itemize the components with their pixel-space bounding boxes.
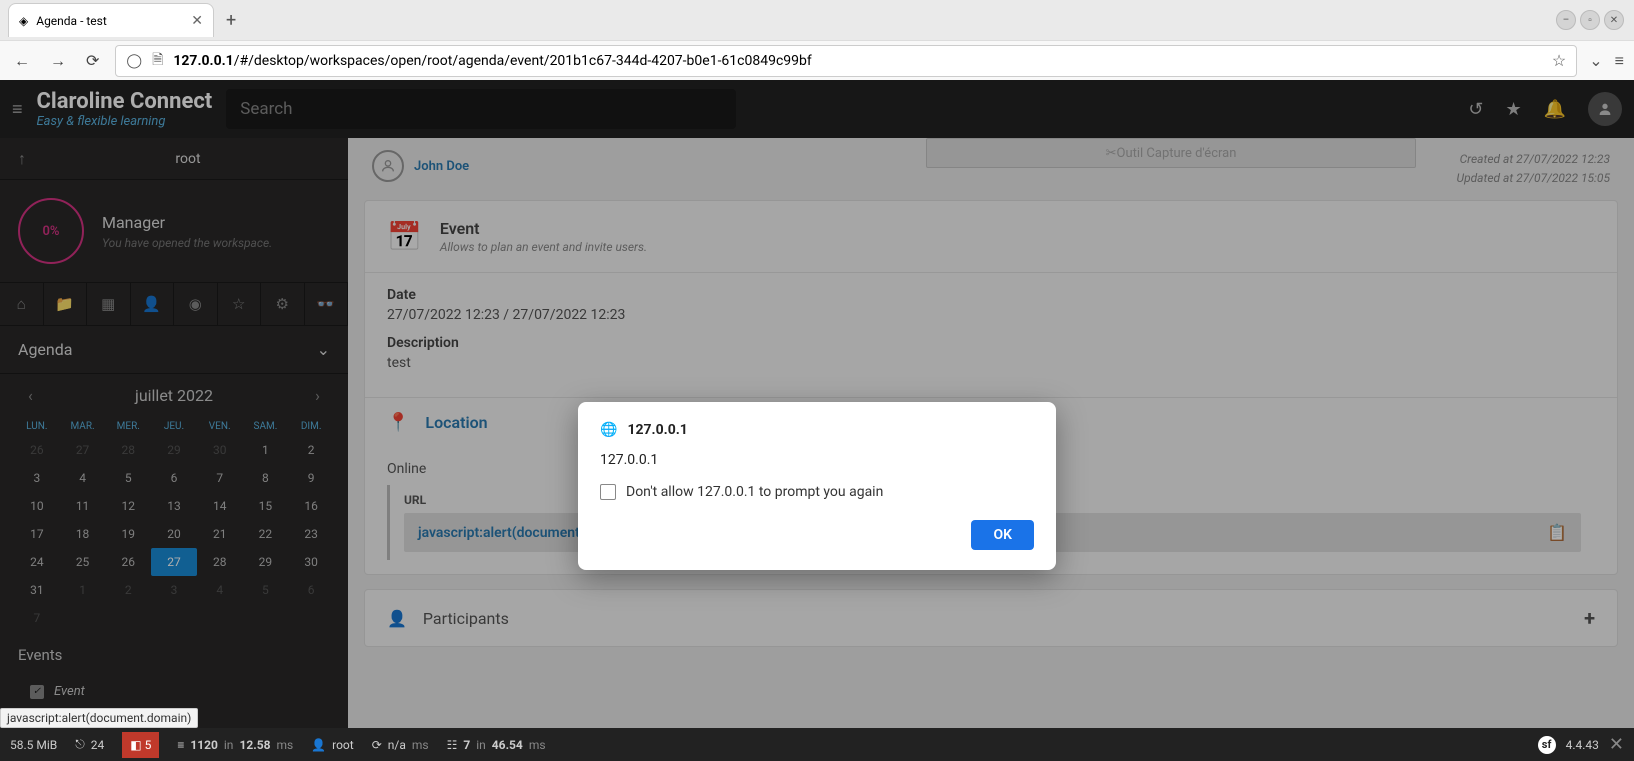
close-tab-icon[interactable]: ✕: [191, 13, 203, 29]
checkbox-label: Don't allow 127.0.0.1 to prompt you agai…: [626, 484, 883, 500]
close-debug-icon[interactable]: ✕: [1609, 734, 1624, 755]
checkbox-icon: [600, 484, 616, 500]
lock-icon: 🗎: [152, 49, 163, 73]
dialog-message: 127.0.0.1: [600, 438, 1034, 478]
hamburger-icon[interactable]: ≡: [1615, 51, 1624, 71]
alert-dialog: 🌐 127.0.0.1 127.0.0.1 Don't allow 127.0.…: [578, 402, 1056, 570]
window-controls: – ▫ ✕: [1556, 10, 1624, 30]
url-text: 127.0.0.1/#/desktop/workspaces/open/root…: [173, 53, 1542, 69]
memory-stat: 58.5 MiB: [10, 738, 57, 752]
nav-bar: ← → ⟳ ◯ 🗎 127.0.0.1/#/desktop/workspaces…: [0, 40, 1634, 80]
dialog-actions: OK: [600, 520, 1034, 550]
browser-chrome: ◈ Agenda - test ✕ + ← → ⟳ ◯ 🗎 127.0.0.1/…: [0, 0, 1634, 80]
pocket-icon[interactable]: ⌄: [1589, 51, 1602, 70]
bookmark-icon[interactable]: ☆: [1552, 51, 1566, 70]
url-bar[interactable]: ◯ 🗎 127.0.0.1/#/desktop/workspaces/open/…: [115, 45, 1577, 77]
reload-button[interactable]: ⟳: [82, 47, 103, 74]
db-error-badge[interactable]: ◧ 5: [122, 732, 159, 758]
dont-allow-checkbox[interactable]: Don't allow 127.0.0.1 to prompt you agai…: [600, 478, 1034, 506]
link-hover-status: javascript:alert(document.domain): [0, 708, 198, 728]
tab-favicon: ◈: [19, 14, 28, 28]
shield-icon: ◯: [126, 53, 142, 69]
symfony-version: 4.4.43: [1566, 738, 1599, 752]
ok-button[interactable]: OK: [971, 520, 1034, 550]
back-button[interactable]: ←: [10, 47, 34, 75]
app: ≡ Claroline Connect Easy & flexible lear…: [0, 80, 1634, 728]
close-button[interactable]: ✕: [1604, 10, 1624, 30]
globe-icon: 🌐: [600, 422, 617, 438]
symfony-icon[interactable]: sf: [1538, 736, 1556, 754]
forward-button[interactable]: →: [46, 47, 70, 75]
db-render-time[interactable]: ≡ 1120 in 12.58 ms: [177, 738, 293, 752]
tab-bar: ◈ Agenda - test ✕ +: [0, 0, 1634, 40]
db-cache[interactable]: ☷ 7 in 46.54 ms: [447, 738, 546, 752]
db-na[interactable]: ⟳ n/a ms: [372, 738, 429, 752]
dialog-title: 🌐 127.0.0.1: [600, 422, 1034, 438]
db-user[interactable]: 👤 root: [311, 738, 354, 752]
maximize-button[interactable]: ▫: [1580, 10, 1600, 30]
debug-right: sf 4.4.43 ✕: [1538, 734, 1624, 755]
browser-tab[interactable]: ◈ Agenda - test ✕: [8, 3, 214, 37]
modal-overlay: 🌐 127.0.0.1 127.0.0.1 Don't allow 127.0.…: [0, 80, 1634, 728]
symfony-debug-bar[interactable]: 58.5 MiB ⎋ 24 ◧ 5 ≡ 1120 in 12.58 ms 👤 r…: [0, 728, 1634, 761]
new-tab-button[interactable]: +: [218, 10, 244, 31]
minimize-button[interactable]: –: [1556, 10, 1576, 30]
tab-title: Agenda - test: [36, 14, 107, 28]
db-queries-1[interactable]: ⎋ 24: [75, 737, 104, 752]
